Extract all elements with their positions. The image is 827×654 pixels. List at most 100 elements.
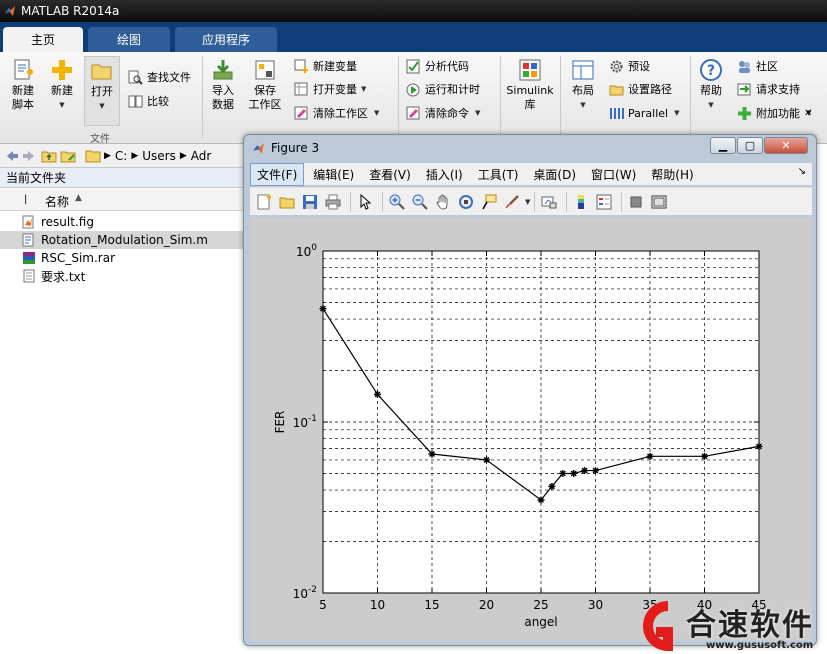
set-path-button[interactable]: 设置路径 [609, 80, 672, 98]
tab-plots[interactable]: 绘图 [88, 27, 170, 52]
pan-button[interactable] [433, 192, 453, 212]
file-row[interactable]: result.fig [0, 213, 245, 231]
matlab-logo-icon [253, 142, 264, 154]
add-ons-button[interactable]: 附加功能 ▼ [737, 104, 811, 122]
parallel-button[interactable]: Parallel ▼ [609, 104, 679, 122]
menu-window[interactable]: 窗口(W) [585, 164, 642, 185]
svg-text:?: ? [707, 63, 715, 79]
open-button[interactable]: 打开 ▼ [84, 56, 120, 126]
insert-legend-button[interactable] [594, 192, 614, 212]
show-plot-tools-button[interactable] [649, 192, 669, 212]
breadcrumb-drive[interactable]: C: [115, 149, 127, 163]
breadcrumb-user[interactable]: Adr [191, 149, 212, 163]
minimize-button[interactable]: ▁ [710, 137, 736, 154]
open-file-button[interactable] [277, 192, 297, 212]
path-chevron-icon: ▶ [104, 150, 111, 161]
y-tick-label: 10-1 [293, 414, 317, 430]
browse-folder-icon[interactable] [60, 148, 76, 164]
run-and-time-button[interactable]: 运行和计时 [406, 80, 480, 98]
clear-commands-button[interactable]: 清除命令 ▼ [406, 104, 480, 122]
ribbon-tab-strip: 主页 绘图 应用程序 [0, 22, 827, 52]
menu-tools[interactable]: 工具(T) [472, 164, 525, 185]
print-button[interactable] [323, 192, 343, 212]
import-data-icon [213, 60, 233, 80]
link-plot-button[interactable] [539, 192, 559, 212]
new-figure-button[interactable] [254, 192, 274, 212]
rotate-3d-button[interactable] [456, 192, 476, 212]
zoom-in-button[interactable] [387, 192, 407, 212]
layout-dropdown-icon: ▼ [580, 101, 586, 109]
file-row[interactable]: 要求.txt [0, 267, 245, 285]
community-button[interactable]: 社区 [737, 57, 778, 75]
colorbar-icon [578, 194, 585, 209]
run-and-time-label: 运行和计时 [425, 83, 480, 96]
new-script-button[interactable]: 新建 脚本 [6, 58, 40, 112]
zoom-out-button[interactable] [410, 192, 430, 212]
breadcrumb-users[interactable]: Users [142, 149, 176, 163]
new-variable-button[interactable]: 新建变量 [294, 57, 357, 75]
import-data-button[interactable]: 导入 数据 [206, 58, 240, 112]
folder-icon [85, 150, 101, 162]
edit-plot-button[interactable] [355, 192, 375, 212]
save-workspace-button[interactable]: 保存 工作区 [246, 58, 284, 112]
menu-insert[interactable]: 插入(I) [420, 164, 469, 185]
app-title-bar: MATLAB R2014a [0, 0, 827, 22]
menu-overflow-icon[interactable]: ↘ [798, 166, 806, 177]
menu-help[interactable]: 帮助(H) [645, 164, 699, 185]
back-arrow-icon[interactable] [3, 148, 19, 164]
maximize-button[interactable]: ▢ [737, 137, 763, 154]
help-button[interactable]: ? 帮助 ▼ [696, 58, 726, 112]
layout-button[interactable]: 布局 ▼ [566, 58, 600, 112]
toolbar-separator [566, 191, 568, 212]
hide-plot-tools-button[interactable] [626, 192, 646, 212]
collapse-ribbon-icon[interactable]: ✕ [804, 108, 812, 119]
x-tick-label: 15 [424, 598, 439, 612]
save-workspace-label: 保存 工作区 [248, 84, 282, 111]
community-icon [739, 60, 750, 73]
new-button[interactable]: 新建 ▼ [46, 58, 78, 112]
figure-canvas[interactable]: 5 10 15 20 25 30 35 40 45 100 10-1 10-2 angel FER [250, 217, 812, 641]
minimize-icon: ▁ [718, 139, 728, 152]
open-variable-button[interactable]: 打开变量 ▼ [294, 80, 366, 98]
insert-colorbar-button[interactable] [571, 192, 591, 212]
file-name: RSC_Sim.rar [41, 251, 116, 265]
file-row[interactable]: RSC_Sim.rar [0, 249, 245, 267]
tab-apps[interactable]: 应用程序 [175, 27, 277, 52]
close-button[interactable]: ✕ [764, 137, 808, 154]
file-row[interactable]: Rotation_Modulation_Sim.m [0, 231, 245, 249]
clear-workspace-label: 清除工作区 [313, 107, 368, 120]
up-folder-icon[interactable] [41, 148, 57, 164]
run-and-time-icon [406, 83, 420, 96]
forward-arrow-icon[interactable] [22, 148, 38, 164]
menu-desktop[interactable]: 桌面(D) [527, 164, 582, 185]
open-variable-dropdown-icon: ▼ [361, 85, 367, 93]
new-script-label: 新建 脚本 [12, 84, 34, 111]
brush-button[interactable] [502, 192, 522, 212]
request-support-button[interactable]: 请求支持 [737, 80, 800, 98]
compare-button[interactable]: 比较 [128, 92, 169, 110]
tab-home[interactable]: 主页 [3, 27, 83, 52]
menu-file[interactable]: 文件(F) [250, 162, 305, 186]
preferences-button[interactable]: 预设 [609, 57, 650, 75]
brush-dropdown-icon[interactable]: ▼ [525, 198, 530, 206]
menu-edit[interactable]: 编辑(E) [307, 164, 360, 185]
compare-icon [128, 95, 143, 107]
figure-window[interactable]: Figure 3 ▁ ▢ ✕ 文件(F) 编辑(E) 查看(V) 插入(I) 工… [243, 134, 817, 646]
txt-file-icon [23, 269, 35, 283]
save-button[interactable] [300, 192, 320, 212]
clear-commands-dropdown-icon: ▼ [475, 109, 481, 117]
clear-workspace-button[interactable]: 清除工作区 ▼ [294, 104, 379, 122]
menu-view[interactable]: 查看(V) [363, 164, 417, 185]
fer-vs-angle-plot[interactable]: 5 10 15 20 25 30 35 40 4510010-110-2angelFER [250, 217, 812, 641]
open-dropdown-icon: ▼ [99, 102, 105, 110]
ribbon-separator [202, 56, 203, 138]
find-files-button[interactable]: 查找文件 [128, 68, 191, 86]
simulink-library-button[interactable]: Simulink 库 [504, 58, 556, 112]
data-cursor-button[interactable] [479, 192, 499, 212]
x-tick-label: 5 [319, 598, 327, 612]
rotate-3d-icon [459, 194, 473, 209]
sort-ascending-icon[interactable]: ▲ [75, 193, 82, 203]
column-name[interactable]: 名称 [45, 193, 69, 210]
new-script-icon [14, 59, 33, 80]
analyze-code-button[interactable]: 分析代码 [406, 57, 469, 75]
